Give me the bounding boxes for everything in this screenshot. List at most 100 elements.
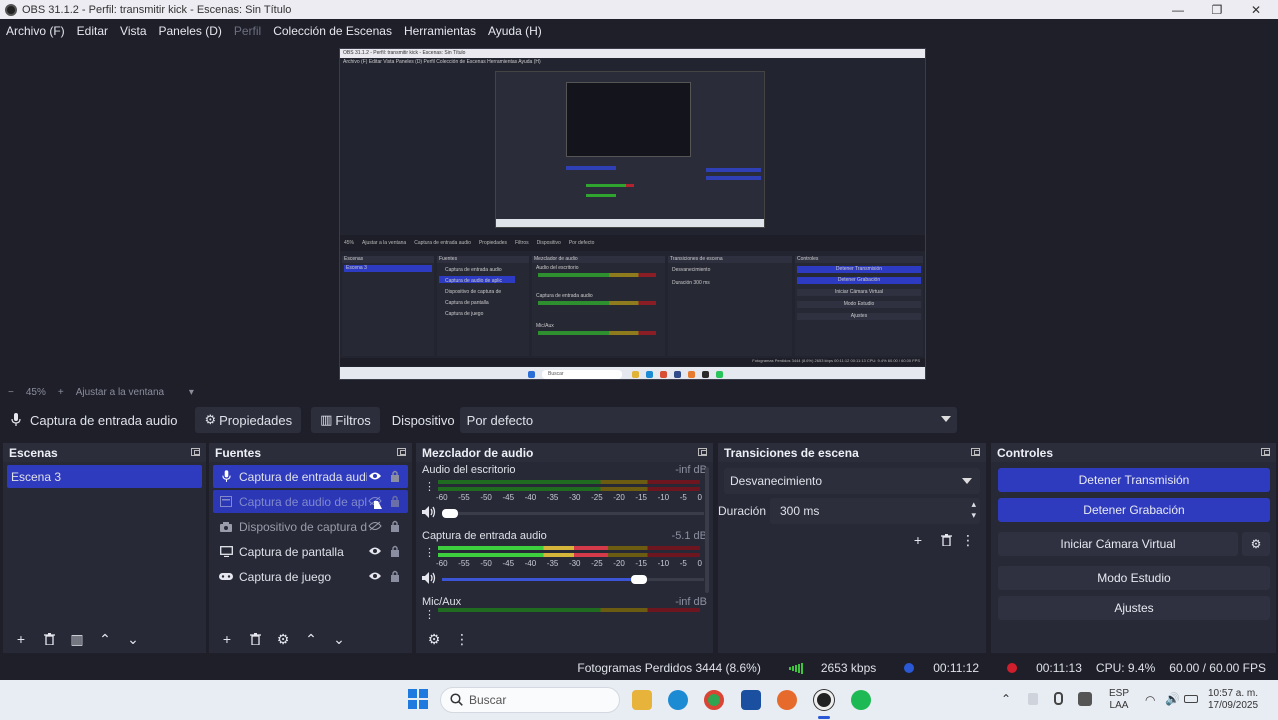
mixer-scrollbar[interactable] <box>705 467 709 593</box>
eye-icon[interactable] <box>368 469 382 483</box>
speaker-icon[interactable] <box>422 572 436 587</box>
tick-label: -50 <box>480 559 492 568</box>
spotify-icon[interactable] <box>851 690 871 710</box>
volume-knob[interactable] <box>442 509 458 518</box>
firefox-icon[interactable] <box>777 690 797 710</box>
menu-archivo[interactable]: Archivo (F) <box>6 24 65 38</box>
wifi-icon[interactable]: ◠ <box>1145 693 1155 707</box>
trash-icon[interactable] <box>37 629 61 649</box>
clock[interactable]: 10:57 a. m. 17/09/2025 <box>1206 688 1260 712</box>
chevron-down-icon[interactable]: ▾ <box>971 510 976 521</box>
menu-editar[interactable]: Editar <box>77 24 108 38</box>
undock-icon[interactable] <box>397 448 406 456</box>
source-item[interactable]: Captura de juego <box>213 565 408 588</box>
controls-title: Controles <box>997 445 1054 460</box>
tray-app-icon[interactable] <box>1028 693 1038 705</box>
obs-taskbar-icon[interactable] <box>814 690 834 710</box>
filters-button[interactable]: ▥ Filtros <box>311 407 380 433</box>
gear-icon[interactable]: ⚙ <box>422 629 446 649</box>
stop-stream-button[interactable]: Detener Transmisión <box>998 468 1270 492</box>
volume-knob[interactable] <box>631 575 647 584</box>
lock-icon[interactable] <box>388 519 402 533</box>
transition-select[interactable]: Desvanecimiento <box>724 468 980 494</box>
menu-ayuda[interactable]: Ayuda (H) <box>488 24 542 38</box>
virtual-cam-settings-button[interactable]: ⚙ <box>1242 532 1270 556</box>
properties-button[interactable]: ⚙ Propiedades <box>195 407 302 433</box>
chevron-up-icon[interactable]: ▴ <box>971 499 976 510</box>
lock-icon[interactable] <box>388 469 402 483</box>
lock-icon[interactable] <box>388 569 402 583</box>
dots-vertical-icon[interactable]: ⋮ <box>424 480 435 493</box>
obs-logo-icon <box>5 3 17 16</box>
close-icon[interactable]: ✕ <box>1236 0 1276 19</box>
eye-icon[interactable] <box>368 569 382 583</box>
menu-paneles[interactable]: Paneles (D) <box>159 24 222 38</box>
undock-icon[interactable] <box>1261 448 1270 456</box>
lock-icon[interactable] <box>388 494 402 508</box>
zoom-out-button[interactable]: − <box>8 387 14 398</box>
chevron-up-icon[interactable]: ⌃ <box>93 629 117 649</box>
microphone-tray-icon[interactable] <box>1054 692 1063 705</box>
menu-coleccion-escenas[interactable]: Colección de Escenas <box>273 24 392 38</box>
window-title: OBS 31.1.2 - Perfil: transmitir kick - E… <box>22 3 292 16</box>
dots-vertical-icon[interactable]: ⋮ <box>961 530 975 550</box>
edge-icon[interactable] <box>668 690 688 710</box>
fit-window-dropdown[interactable]: Ajustar a la ventana ▾ <box>76 387 206 398</box>
menu-herramientas[interactable]: Herramientas <box>404 24 476 38</box>
trash-icon[interactable] <box>243 629 267 649</box>
gear-icon[interactable]: ⚙ <box>271 629 295 649</box>
scene-item[interactable]: Escena 3 <box>7 465 202 488</box>
settings-button[interactable]: Ajustes <box>998 596 1270 620</box>
add-icon[interactable]: + <box>9 629 33 649</box>
source-item[interactable]: Captura de entrada audio <box>213 465 408 488</box>
tray-app-icon[interactable] <box>1078 692 1092 706</box>
program-preview[interactable]: OBS 31.1.2 - Perfil: transmitir kick - E… <box>339 48 926 380</box>
dots-vertical-icon[interactable]: ⋮ <box>450 629 474 649</box>
store-icon[interactable] <box>741 690 761 710</box>
chevron-down-icon[interactable]: ⌄ <box>121 629 145 649</box>
windows-start-icon[interactable] <box>408 689 428 709</box>
undock-icon[interactable] <box>191 448 200 456</box>
cpu-usage: CPU: 9.4% <box>1095 661 1156 675</box>
trash-icon[interactable] <box>934 530 958 550</box>
zoom-in-button[interactable]: + <box>58 387 64 398</box>
dots-vertical-icon[interactable]: ⋮ <box>424 546 435 559</box>
undock-icon[interactable] <box>698 448 707 456</box>
chevron-down-icon[interactable]: ⌄ <box>327 629 351 649</box>
language-indicator[interactable]: ESP LAA <box>1105 688 1133 712</box>
source-item[interactable]: Dispositivo de captura de <box>213 515 408 538</box>
menu-vista[interactable]: Vista <box>120 24 146 38</box>
eye-icon[interactable] <box>368 544 382 558</box>
lock-icon[interactable] <box>388 544 402 558</box>
preview-nested-ctl-button: Modo Estudio <box>797 301 921 308</box>
preview-nested-fit: Ajustar a la ventana <box>362 240 407 246</box>
stop-record-button[interactable]: Detener Grabación <box>998 498 1270 522</box>
studio-mode-button[interactable]: Modo Estudio <box>998 566 1270 590</box>
file-explorer-icon[interactable] <box>632 690 652 710</box>
battery-icon[interactable] <box>1184 695 1198 703</box>
volume-slider[interactable] <box>442 509 704 518</box>
undock-icon[interactable] <box>971 448 980 456</box>
dots-vertical-icon[interactable]: ⋮ <box>424 608 435 621</box>
record-time: 00:11:13 <box>1036 661 1082 675</box>
add-icon[interactable]: + <box>906 530 930 550</box>
source-item[interactable]: Captura de pantalla <box>213 540 408 563</box>
eye-off-icon[interactable] <box>368 519 382 533</box>
chevron-up-icon[interactable]: ⌃ <box>299 629 323 649</box>
source-item[interactable]: Captura de audio de aplic <box>213 490 408 513</box>
chevron-up-icon[interactable]: ⌃ <box>1001 692 1011 706</box>
chrome-icon[interactable] <box>704 690 724 710</box>
taskbar-search[interactable]: Buscar <box>440 687 620 713</box>
start-virtual-cam-button[interactable]: Iniciar Cámara Virtual <box>998 532 1238 556</box>
filter-icon[interactable]: ▥ <box>65 629 89 649</box>
minimize-icon[interactable]: — <box>1158 0 1198 19</box>
speaker-icon[interactable] <box>422 506 436 521</box>
tick-label: -35 <box>546 493 559 502</box>
duration-spinbox[interactable]: 300 ms ▴ ▾ <box>770 498 980 524</box>
volume-slider[interactable] <box>442 575 704 584</box>
volume-tray-icon[interactable]: 🔊 <box>1165 692 1180 706</box>
channel-db: -inf dB <box>675 596 707 608</box>
add-icon[interactable]: + <box>215 629 239 649</box>
maximize-icon[interactable]: ❐ <box>1197 0 1237 19</box>
device-select[interactable]: Por defecto <box>459 407 957 433</box>
